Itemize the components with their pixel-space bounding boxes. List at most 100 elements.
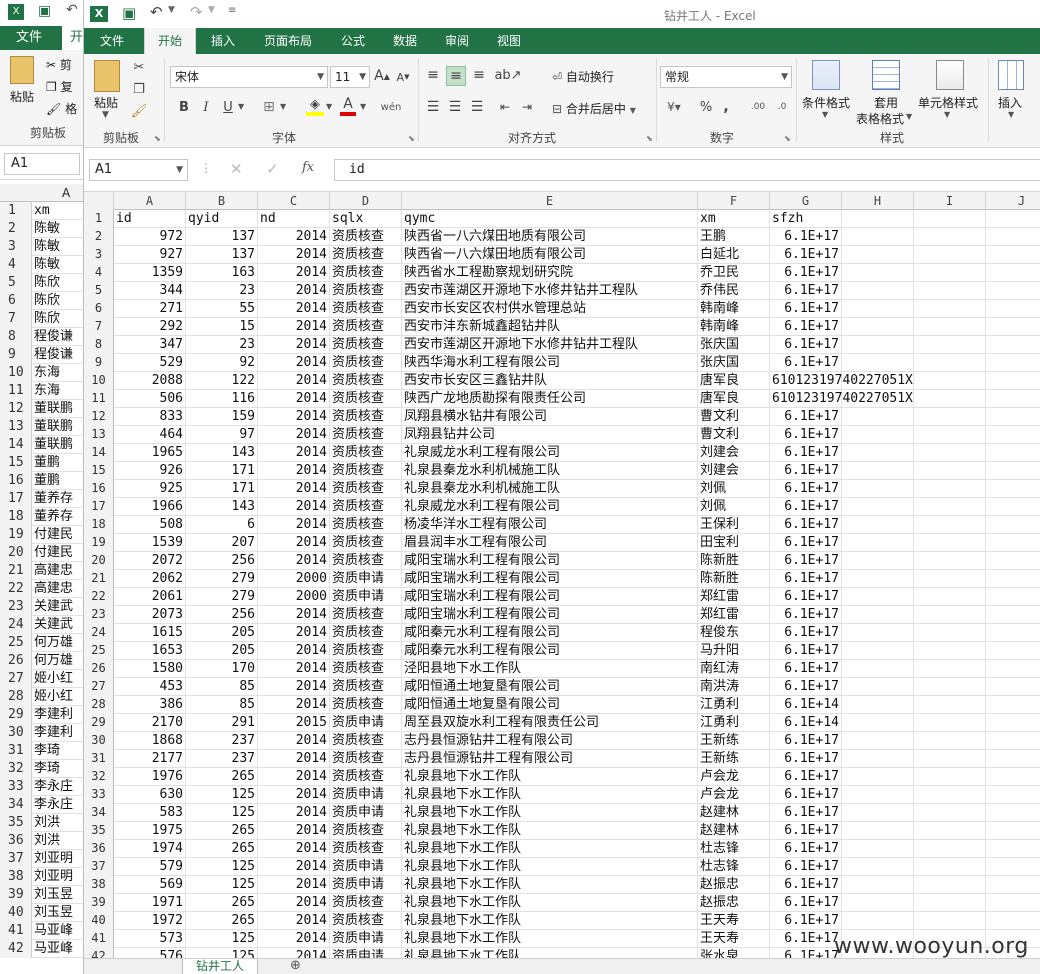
cell-b40[interactable]: 265 [186,912,258,930]
cell-a34[interactable]: 583 [114,804,186,822]
cell-g23[interactable]: 6.1E+17 [770,606,842,624]
cell-g34[interactable]: 6.1E+17 [770,804,842,822]
insert-function-button[interactable]: fx [302,160,314,175]
cell-g31[interactable]: 6.1E+17 [770,750,842,768]
cell-d20[interactable]: 资质核查 [330,552,402,570]
format-painter-icon[interactable]: 🖌 [130,102,148,120]
back-row-header[interactable]: 22 [0,580,32,598]
column-header-i[interactable]: I [914,192,986,210]
cell-h14[interactable] [842,444,914,462]
back-row-header[interactable]: 11 [0,382,32,400]
cell-h33[interactable] [842,786,914,804]
cell-a2[interactable]: 972 [114,228,186,246]
cell-g6[interactable]: 6.1E+17 [770,300,842,318]
name-box[interactable]: A1 ▼ [89,159,188,181]
row-header[interactable]: 42 [84,948,114,958]
row-header[interactable]: 17 [84,498,114,516]
cell-b5[interactable]: 23 [186,282,258,300]
font-name-select[interactable]: 宋体 ▼ [170,66,328,88]
cell-f34[interactable]: 赵建林 [698,804,770,822]
row-header[interactable]: 20 [84,552,114,570]
cell-c3[interactable]: 2014 [258,246,330,264]
row-header[interactable]: 3 [84,246,114,264]
cell-f12[interactable]: 曹文利 [698,408,770,426]
cell-h34[interactable] [842,804,914,822]
cell-e18[interactable]: 杨凌华洋水工程有限公司 [402,516,698,534]
row-header[interactable]: 31 [84,750,114,768]
cell-a12[interactable]: 833 [114,408,186,426]
cell-styles-button[interactable]: 单元格样式 [918,94,978,111]
back-row-header[interactable]: 8 [0,328,32,346]
cell-a41[interactable]: 573 [114,930,186,948]
cell-c4[interactable]: 2014 [258,264,330,282]
cell-e14[interactable]: 礼泉威龙水利工程有限公司 [402,444,698,462]
cell-c8[interactable]: 2014 [258,336,330,354]
back-row-header[interactable]: 30 [0,724,32,742]
back-cell[interactable]: 董联鹏 [34,436,73,454]
back-file-tab[interactable]: 文件 [0,26,58,50]
cell-d25[interactable]: 资质核查 [330,642,402,660]
cell-j25[interactable] [986,642,1040,660]
row-header[interactable]: 19 [84,534,114,552]
back-name-box[interactable]: A1 [4,153,80,175]
row-header[interactable]: 41 [84,930,114,948]
cell-h40[interactable] [842,912,914,930]
undo-icon[interactable]: ↶ [66,2,78,18]
number-launcher-icon[interactable]: ⬊ [784,134,791,143]
shrink-font-icon[interactable]: A ▼ [396,68,410,86]
cell-f18[interactable]: 王保利 [698,516,770,534]
comma-button[interactable]: , [718,98,734,116]
number-format-select[interactable]: 常规 ▼ [660,66,792,88]
cell-c33[interactable]: 2014 [258,786,330,804]
cell-e29[interactable]: 周至县双旋水利工程有限责任公司 [402,714,698,732]
cell-e20[interactable]: 咸阳宝瑞水利工程有限公司 [402,552,698,570]
row-header[interactable]: 8 [84,336,114,354]
cell-b39[interactable]: 265 [186,894,258,912]
cell-i14[interactable] [914,444,986,462]
cell-b8[interactable]: 23 [186,336,258,354]
cell-h23[interactable] [842,606,914,624]
cell-h32[interactable] [842,768,914,786]
cell-c6[interactable]: 2014 [258,300,330,318]
cell-g13[interactable]: 6.1E+17 [770,426,842,444]
cell-b41[interactable]: 125 [186,930,258,948]
row-header[interactable]: 36 [84,840,114,858]
cell-j3[interactable] [986,246,1040,264]
cell-f14[interactable]: 刘建会 [698,444,770,462]
cell-e21[interactable]: 咸阳宝瑞水利工程有限公司 [402,570,698,588]
cell-j31[interactable] [986,750,1040,768]
cell-a15[interactable]: 926 [114,462,186,480]
back-cell[interactable]: 何万雄 [34,652,73,670]
back-row-header[interactable]: 10 [0,364,32,382]
back-row-header[interactable]: 9 [0,346,32,364]
back-cell[interactable]: 李永庄 [34,796,73,814]
back-cell[interactable]: 陈敏 [34,238,60,256]
cell-h31[interactable] [842,750,914,768]
cell-j10[interactable] [986,372,1040,390]
customize-qat-icon[interactable]: ≡ [228,5,236,16]
back-row-header[interactable]: 42 [0,940,32,958]
back-row-header[interactable]: 31 [0,742,32,760]
cell-c1[interactable]: nd [258,210,330,228]
cell-e22[interactable]: 咸阳宝瑞水利工程有限公司 [402,588,698,606]
cell-h15[interactable] [842,462,914,480]
undo-icon[interactable]: ↶ [150,3,163,21]
align-bottom-icon[interactable]: ≡ [470,66,488,84]
row-header[interactable]: 28 [84,696,114,714]
copy-icon[interactable]: ❐ [130,80,148,98]
back-row-header[interactable]: 29 [0,706,32,724]
cell-a6[interactable]: 271 [114,300,186,318]
row-header[interactable]: 22 [84,588,114,606]
row-header[interactable]: 32 [84,768,114,786]
cell-j20[interactable] [986,552,1040,570]
cell-i18[interactable] [914,516,986,534]
back-row-header[interactable]: 7 [0,310,32,328]
back-row-header[interactable]: 40 [0,904,32,922]
cell-j14[interactable] [986,444,1040,462]
cell-j22[interactable] [986,588,1040,606]
row-header[interactable]: 34 [84,804,114,822]
cell-a8[interactable]: 347 [114,336,186,354]
cell-b37[interactable]: 125 [186,858,258,876]
cell-c34[interactable]: 2014 [258,804,330,822]
cell-h11[interactable] [842,390,914,408]
